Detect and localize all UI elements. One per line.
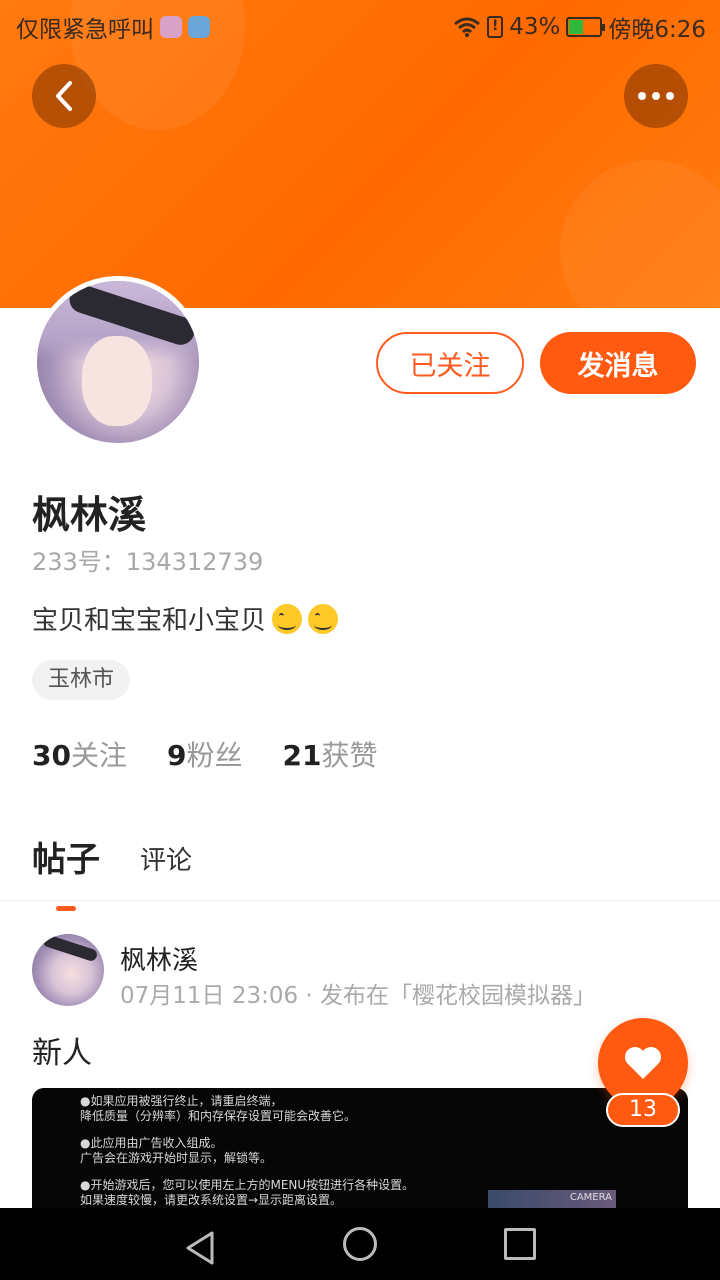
- post-meta: 07月11日 23:06 · 发布在「樱花校园模拟器」: [120, 983, 597, 1009]
- heart-icon: [625, 1047, 661, 1079]
- profile-bio: 宝贝和宝宝和小宝贝: [32, 600, 339, 637]
- tab-posts[interactable]: 帖子: [32, 832, 100, 911]
- post-author-name[interactable]: 枫林溪: [120, 940, 198, 977]
- more-options-button[interactable]: [624, 64, 688, 128]
- assistant-app-icon: [188, 16, 210, 38]
- banner-decoration: [560, 160, 720, 308]
- content-tabs: 帖子 评论: [32, 832, 192, 911]
- post-text[interactable]: 新人: [32, 1028, 92, 1072]
- send-message-button[interactable]: 发消息: [540, 332, 696, 394]
- like-count: 13: [606, 1093, 680, 1127]
- battery-percent: 43%: [509, 14, 561, 40]
- bio-text: 宝贝和宝宝和小宝贝: [32, 606, 267, 636]
- more-horizontal-icon: [638, 92, 674, 100]
- battery-icon: [566, 17, 606, 37]
- system-nav-bar: [0, 1208, 720, 1280]
- nav-back-icon[interactable]: [184, 1230, 216, 1266]
- carrier-text: 仅限紧急呼叫: [16, 17, 154, 43]
- smile-emoji-icon: [272, 603, 303, 634]
- profile-id: 233号：134312739: [32, 548, 264, 576]
- followed-button[interactable]: 已关注: [376, 332, 524, 394]
- divider: [0, 900, 720, 901]
- battery-warning-icon: !: [487, 16, 504, 38]
- status-bar: 仅限紧急呼叫 ! 43% 傍晚6:26: [0, 0, 720, 50]
- profile-name: 枫林溪: [32, 493, 147, 537]
- wifi-icon: [454, 17, 481, 37]
- music-app-icon: [160, 16, 182, 38]
- nav-recents-icon[interactable]: [504, 1228, 536, 1260]
- profile-stats: 30关注 9粉丝 21获赞: [32, 734, 377, 774]
- image-thumbnail: CAMERA: [488, 1190, 616, 1210]
- tab-indicator: [56, 906, 76, 911]
- stat-fans[interactable]: 9粉丝: [167, 734, 243, 774]
- post-author-avatar[interactable]: [32, 934, 104, 1006]
- post-image[interactable]: ●如果应用被强行终止，请重启终端， 降低质量（分辨率）和内存保存设置可能会改善它。…: [32, 1088, 688, 1218]
- profile-avatar[interactable]: [32, 276, 204, 448]
- stat-following[interactable]: 30关注: [32, 734, 127, 774]
- clock: 傍晚6:26: [608, 17, 706, 43]
- stat-likes: 21获赞: [282, 739, 378, 772]
- smile-emoji-icon: [308, 603, 339, 634]
- back-button[interactable]: [32, 64, 96, 128]
- nav-home-icon[interactable]: [343, 1227, 377, 1261]
- chevron-left-icon: [56, 81, 72, 111]
- tab-comments[interactable]: 评论: [140, 840, 192, 881]
- location-tag[interactable]: 玉林市: [32, 660, 131, 700]
